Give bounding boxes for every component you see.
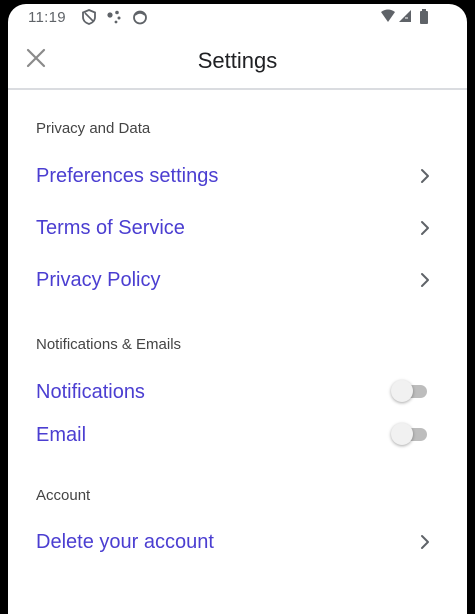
chevron-right-icon — [419, 167, 431, 185]
section-header-account: Account — [36, 487, 91, 504]
chevron-right-icon — [419, 219, 431, 237]
chevron-right-icon — [419, 533, 431, 551]
item-label: Delete your account — [36, 531, 214, 553]
terms-of-service-item[interactable]: Terms of Service — [8, 206, 467, 250]
face-icon — [132, 9, 148, 29]
phone-screen: 11:19 Settings Privacy and Data Preferen… — [8, 4, 467, 614]
email-item: Email — [8, 413, 467, 457]
app-bar: Settings — [8, 32, 467, 90]
item-label: Terms of Service — [36, 217, 185, 239]
notifications-toggle[interactable] — [391, 380, 427, 402]
item-label: Notifications — [36, 381, 145, 403]
page-title: Settings — [197, 48, 278, 73]
wifi-icon — [380, 9, 396, 27]
privacy-policy-item[interactable]: Privacy Policy — [8, 258, 467, 302]
dots-icon — [106, 9, 124, 29]
notifications-item: Notifications — [8, 370, 467, 414]
toggle-thumb — [391, 380, 413, 402]
shield-icon — [82, 9, 96, 29]
status-time: 11:19 — [28, 9, 66, 26]
delete-account-item[interactable]: Delete your account — [8, 520, 467, 564]
item-label: Privacy Policy — [36, 269, 161, 291]
battery-icon — [419, 9, 429, 29]
section-header-privacy: Privacy and Data — [36, 120, 151, 137]
toggle-thumb — [391, 423, 413, 445]
item-label: Email — [36, 424, 87, 446]
chevron-right-icon — [419, 271, 431, 289]
signal-icon — [398, 9, 412, 27]
status-bar: 11:19 — [8, 4, 467, 32]
section-header-notifications: Notifications & Emails — [36, 336, 182, 353]
item-label: Preferences settings — [36, 165, 219, 187]
email-toggle[interactable] — [391, 423, 427, 445]
preferences-settings-item[interactable]: Preferences settings — [8, 154, 467, 198]
